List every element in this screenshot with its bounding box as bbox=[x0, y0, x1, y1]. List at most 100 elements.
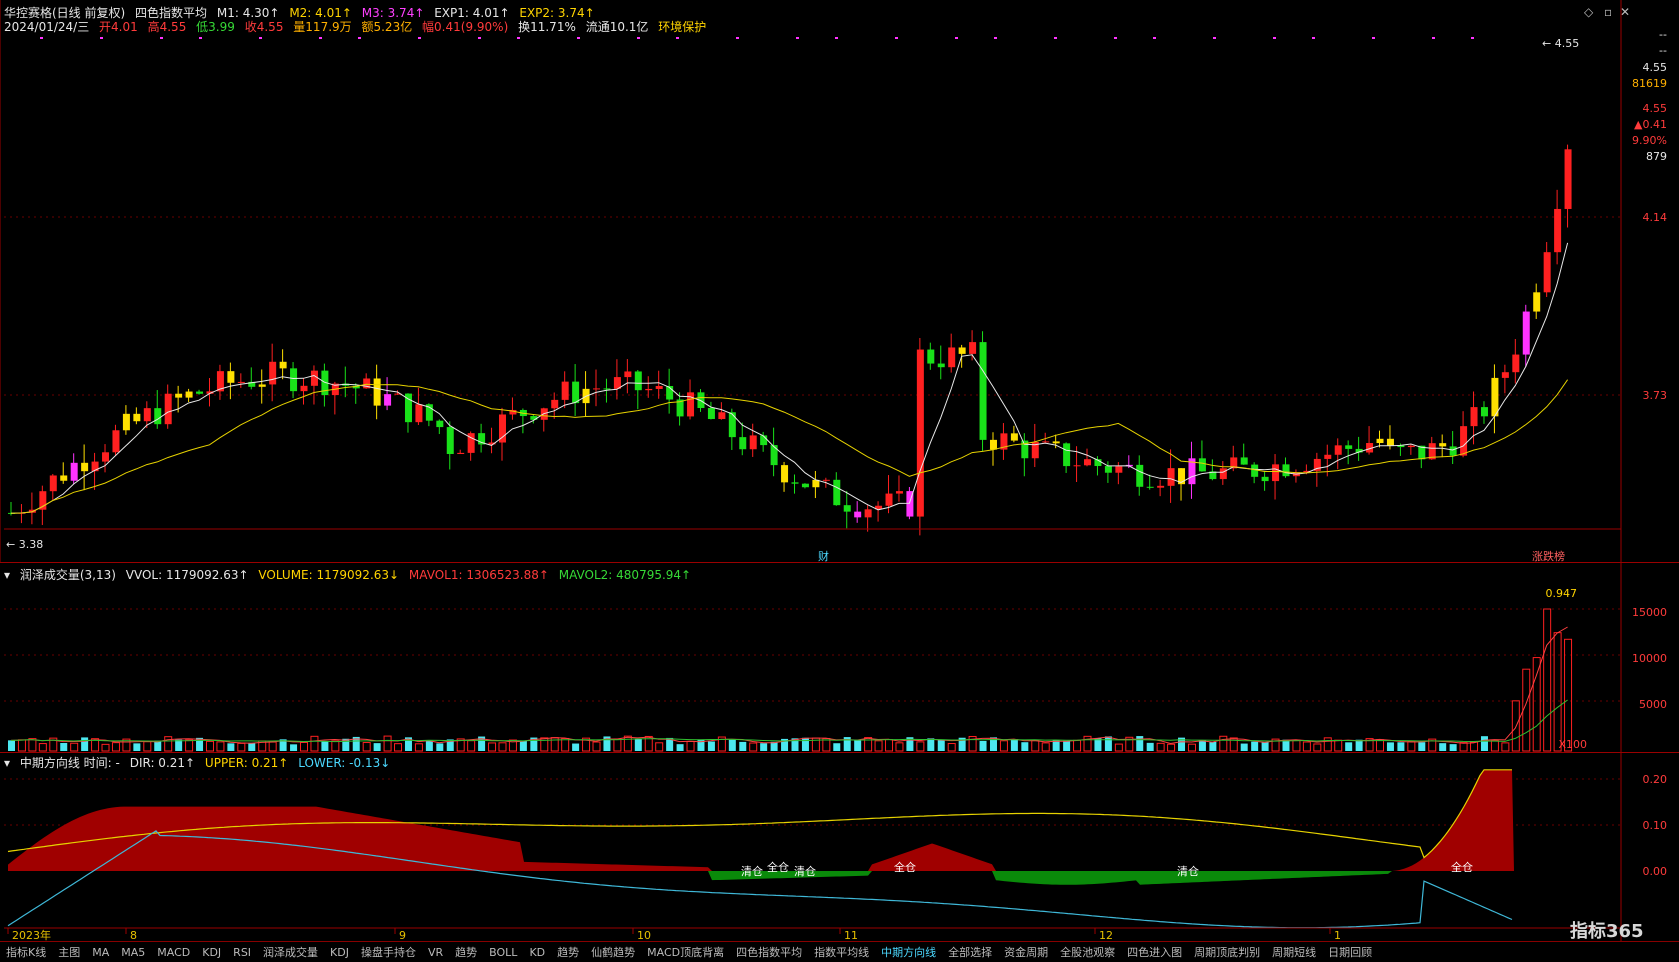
candle-body bbox=[300, 385, 308, 392]
volume-bar bbox=[248, 742, 256, 751]
volume-bar bbox=[1021, 742, 1029, 751]
volume-bar bbox=[655, 742, 664, 752]
candle-body bbox=[1063, 443, 1071, 467]
indicator-tab[interactable]: 主图 bbox=[52, 942, 86, 960]
candle-body bbox=[290, 368, 298, 392]
candle-body bbox=[1261, 476, 1269, 482]
candle-body bbox=[1282, 464, 1290, 477]
candle-body bbox=[1010, 433, 1018, 441]
indicator-tab[interactable]: KDJ bbox=[324, 944, 355, 959]
candle-body bbox=[1198, 458, 1206, 472]
volume-bar bbox=[1219, 735, 1228, 752]
candle-body bbox=[854, 511, 862, 518]
price-panel[interactable]: 华控赛格(日线 前复权) 四色指数平均 M1: 4.30↑ M2: 4.01↑ … bbox=[0, 0, 1679, 562]
volume-bar bbox=[300, 741, 309, 752]
indicator-tab[interactable]: MACD顶底背离 bbox=[641, 942, 730, 960]
candle-body bbox=[958, 347, 966, 354]
signal-dot bbox=[40, 37, 43, 39]
candle-body bbox=[603, 388, 611, 390]
volume-bar bbox=[1459, 742, 1468, 752]
indicator-tab[interactable]: 指标K线 bbox=[0, 942, 52, 960]
volume-bar bbox=[1334, 739, 1343, 752]
volume-bar bbox=[1187, 743, 1196, 752]
indicator-tab[interactable]: KD bbox=[523, 944, 551, 959]
axis-volume-last: 81619 bbox=[1632, 77, 1667, 90]
volume-bar bbox=[1480, 736, 1488, 751]
candle-body bbox=[1480, 407, 1488, 417]
indicator-tab[interactable]: 趋势 bbox=[551, 942, 585, 960]
candle-body bbox=[102, 452, 110, 462]
vol-tick-10000: 10000 bbox=[1632, 652, 1667, 665]
indicator-tab[interactable]: KDJ bbox=[196, 944, 227, 959]
maximize-icon[interactable]: ▫ bbox=[1604, 5, 1612, 19]
candle-body bbox=[833, 479, 841, 506]
volume-bar bbox=[498, 742, 507, 752]
indicator-tab[interactable]: VR bbox=[422, 944, 449, 959]
volume-bar bbox=[634, 738, 642, 751]
candle-body bbox=[1491, 377, 1499, 417]
indicator-tab[interactable]: 指数平均线 bbox=[808, 942, 875, 960]
candle-body bbox=[1543, 252, 1551, 293]
candle-body bbox=[279, 361, 287, 369]
volume-bar bbox=[414, 743, 423, 752]
volume-panel[interactable]: ▾ 润泽成交量(3,13) VVOL: 1179092.63↑ VOLUME: … bbox=[0, 562, 1679, 753]
indicator-tab[interactable]: 润泽成交量 bbox=[257, 942, 324, 960]
direction-chart[interactable]: 清仓 全仓 清仓 全仓 清仓 全仓2023年 8 9 10 11 12 1 bbox=[0, 753, 1679, 942]
mavol1-line bbox=[10, 626, 1568, 745]
indicator-tab[interactable]: 周期顶底判别 bbox=[1188, 942, 1266, 960]
signal-dot bbox=[100, 37, 103, 39]
candle-body bbox=[916, 349, 924, 517]
signal-dot bbox=[199, 37, 202, 39]
indicator-tab[interactable]: 趋势 bbox=[449, 942, 483, 960]
close-icon[interactable]: ✕ bbox=[1620, 5, 1630, 19]
volume-bar bbox=[331, 740, 340, 752]
candle-body bbox=[655, 386, 663, 389]
indicator-tab[interactable]: RSI bbox=[227, 944, 257, 959]
candle-body bbox=[728, 412, 736, 438]
candle-body bbox=[989, 439, 997, 450]
volume-bar bbox=[1302, 741, 1311, 752]
volume-bar bbox=[60, 743, 68, 751]
candle-body bbox=[895, 491, 903, 494]
indicator-tab[interactable]: MA5 bbox=[115, 944, 151, 959]
volume-bar bbox=[1418, 742, 1426, 751]
volume-bar bbox=[1407, 740, 1416, 752]
indicator-tab[interactable]: BOLL bbox=[483, 944, 523, 959]
axis-count: 879 bbox=[1646, 150, 1667, 163]
indicator-tab[interactable]: 仙鹤趋势 bbox=[585, 942, 641, 960]
volume-bar bbox=[801, 737, 809, 751]
indicator-tab-bar[interactable]: 指标K线 主图 MA MA5 MACD KDJ RSI 润泽成交量 KDJ 操盘手持仓 VR 趋势 BO… bbox=[0, 941, 1679, 962]
direction-panel[interactable]: ▾ 中期方向线 时间: - DIR: 0.21↑ UPPER: 0.21↑ LO… bbox=[0, 752, 1679, 956]
signal-dot bbox=[319, 37, 322, 39]
candle-body bbox=[1522, 311, 1530, 355]
candle-body bbox=[446, 427, 454, 455]
indicator-tab[interactable]: 日期回顾 bbox=[1322, 942, 1378, 960]
candle-body bbox=[770, 445, 778, 466]
indicator-tab[interactable]: 全股池观察 bbox=[1054, 942, 1121, 960]
signal-dot bbox=[1153, 37, 1156, 39]
volume-bar bbox=[1167, 743, 1176, 752]
indicator-tab[interactable]: 全部选择 bbox=[942, 942, 998, 960]
indicator-tab[interactable]: MACD bbox=[151, 944, 196, 959]
volume-bar bbox=[1376, 739, 1385, 752]
signal-dot bbox=[835, 37, 838, 39]
axis-change-pct: 9.90% bbox=[1632, 134, 1667, 147]
volume-bar bbox=[760, 743, 768, 751]
limit-board-marker: 涨跌榜 bbox=[1532, 549, 1565, 562]
indicator-tab[interactable]: 操盘手持仓 bbox=[355, 942, 422, 960]
candle-body bbox=[1146, 486, 1154, 488]
ma-long-line bbox=[10, 379, 1569, 514]
time-axis-label: 2023年 bbox=[12, 928, 51, 942]
indicator-tab[interactable]: 周期短线 bbox=[1266, 942, 1322, 960]
indicator-tab[interactable]: 四色进入图 bbox=[1121, 942, 1188, 960]
diamond-icon[interactable]: ◇ bbox=[1584, 5, 1593, 19]
volume-bar bbox=[874, 740, 883, 752]
indicator-tab[interactable]: 四色指数平均 bbox=[730, 942, 808, 960]
candle-body bbox=[1407, 445, 1415, 448]
volume-chart[interactable] bbox=[0, 563, 1679, 753]
indicator-tab[interactable]: 资金周期 bbox=[998, 942, 1054, 960]
indicator-tab[interactable]: 中期方向线 bbox=[875, 942, 942, 960]
candlestick-chart[interactable]: ← 4.55 ← 3.38 财 涨跌榜 bbox=[0, 0, 1679, 562]
dir-tick-010: 0.10 bbox=[1642, 819, 1668, 832]
indicator-tab[interactable]: MA bbox=[86, 944, 115, 959]
